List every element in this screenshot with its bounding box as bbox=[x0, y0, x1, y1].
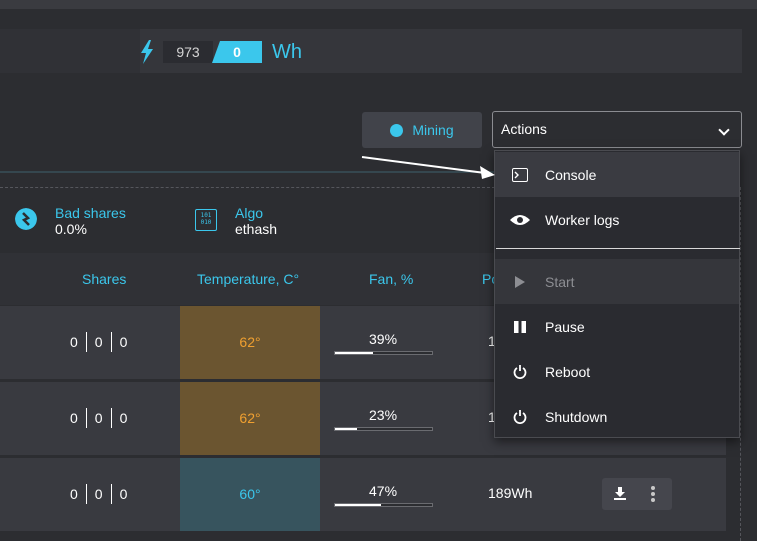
menu-item-label: Worker logs bbox=[545, 211, 620, 228]
power-value: 973 bbox=[163, 41, 213, 63]
bad-shares-label: Bad shares bbox=[55, 205, 126, 221]
menu-item-reboot[interactable]: Reboot bbox=[495, 349, 739, 394]
actions-menu: Console Worker logs Start Pause Reboot S… bbox=[494, 150, 740, 438]
power-icon bbox=[513, 409, 527, 424]
shares-accepted: 0 bbox=[70, 486, 78, 502]
power-zero-value: 0 bbox=[212, 41, 262, 63]
mining-button-label: Mining bbox=[412, 122, 454, 138]
dashed-border-right bbox=[740, 187, 741, 541]
temperature-cell: 60° bbox=[180, 458, 320, 531]
more-vertical-icon[interactable] bbox=[650, 485, 656, 503]
fan-value: 23% bbox=[369, 407, 398, 423]
menu-item-label: Reboot bbox=[545, 363, 591, 380]
shares-accepted: 0 bbox=[70, 334, 78, 350]
menu-item-shutdown[interactable]: Shutdown bbox=[495, 394, 739, 439]
bad-shares-value: 0.0% bbox=[55, 221, 87, 237]
shares-rejected: 0 bbox=[94, 334, 103, 350]
actions-label: Actions bbox=[501, 121, 547, 137]
pause-icon bbox=[514, 320, 526, 333]
play-icon bbox=[515, 275, 525, 288]
header-shares[interactable]: Shares bbox=[82, 271, 126, 287]
chevron-down-icon bbox=[718, 124, 730, 136]
actions-dropdown[interactable]: Actions bbox=[492, 111, 742, 148]
temperature-cell: 62° bbox=[180, 306, 320, 379]
shares-rejected: 0 bbox=[94, 486, 103, 502]
algo-label: Algo bbox=[235, 205, 264, 221]
algo-value: ethash bbox=[235, 221, 278, 237]
download-icon[interactable] bbox=[613, 487, 627, 501]
top-bar bbox=[0, 0, 757, 9]
pointer-arrow-icon bbox=[361, 156, 495, 179]
power-strip-left bbox=[0, 29, 140, 73]
fan-bar bbox=[334, 351, 433, 355]
algo-stat: Algo ethash bbox=[235, 205, 277, 237]
menu-item-console[interactable]: Console bbox=[495, 152, 739, 197]
power-strip bbox=[0, 29, 742, 73]
power-icon bbox=[513, 364, 527, 379]
fan-bar-fill bbox=[335, 428, 358, 430]
gauge-icon bbox=[390, 123, 404, 137]
eye-icon bbox=[510, 214, 530, 225]
fan-value: 47% bbox=[369, 483, 398, 499]
fan-bar-fill bbox=[335, 352, 373, 354]
shares-cell: 0 0 0 bbox=[70, 484, 127, 504]
shares-accepted: 0 bbox=[70, 410, 78, 426]
header-temperature[interactable]: Temperature, C° bbox=[197, 271, 299, 287]
lightning-icon bbox=[141, 40, 153, 64]
power-unit: Wh bbox=[272, 41, 302, 63]
shares-invalid: 0 bbox=[119, 486, 128, 502]
shares-rejected: 0 bbox=[94, 410, 103, 426]
shares-invalid: 0 bbox=[119, 410, 128, 426]
fan-bar bbox=[334, 503, 433, 507]
menu-item-worker-logs[interactable]: Worker logs bbox=[495, 197, 739, 242]
menu-item-label: Start bbox=[545, 273, 575, 290]
bad-shares-icon bbox=[15, 208, 37, 230]
fan-bar-fill bbox=[335, 504, 381, 506]
dashed-border-top bbox=[0, 187, 495, 188]
menu-item-label: Shutdown bbox=[545, 408, 608, 425]
menu-item-label: Console bbox=[545, 166, 597, 183]
mining-button[interactable]: Mining bbox=[362, 112, 482, 148]
bad-shares-stat: Bad shares 0.0% bbox=[55, 205, 126, 237]
temperature-cell: 62° bbox=[180, 382, 320, 455]
shares-cell: 0 0 0 bbox=[70, 332, 127, 352]
shares-invalid: 0 bbox=[119, 334, 128, 350]
power-cell: 189Wh bbox=[488, 485, 533, 501]
menu-divider bbox=[496, 248, 740, 249]
menu-item-start[interactable]: Start bbox=[495, 259, 739, 304]
fan-bar bbox=[334, 427, 433, 431]
fan-value: 39% bbox=[369, 331, 398, 347]
row-actions bbox=[602, 478, 672, 510]
menu-item-pause[interactable]: Pause bbox=[495, 304, 739, 349]
terminal-icon bbox=[512, 167, 528, 182]
shares-cell: 0 0 0 bbox=[70, 408, 127, 428]
header-fan[interactable]: Fan, % bbox=[369, 271, 413, 287]
binary-icon: 101 010 bbox=[195, 209, 217, 231]
menu-item-label: Pause bbox=[545, 318, 585, 335]
